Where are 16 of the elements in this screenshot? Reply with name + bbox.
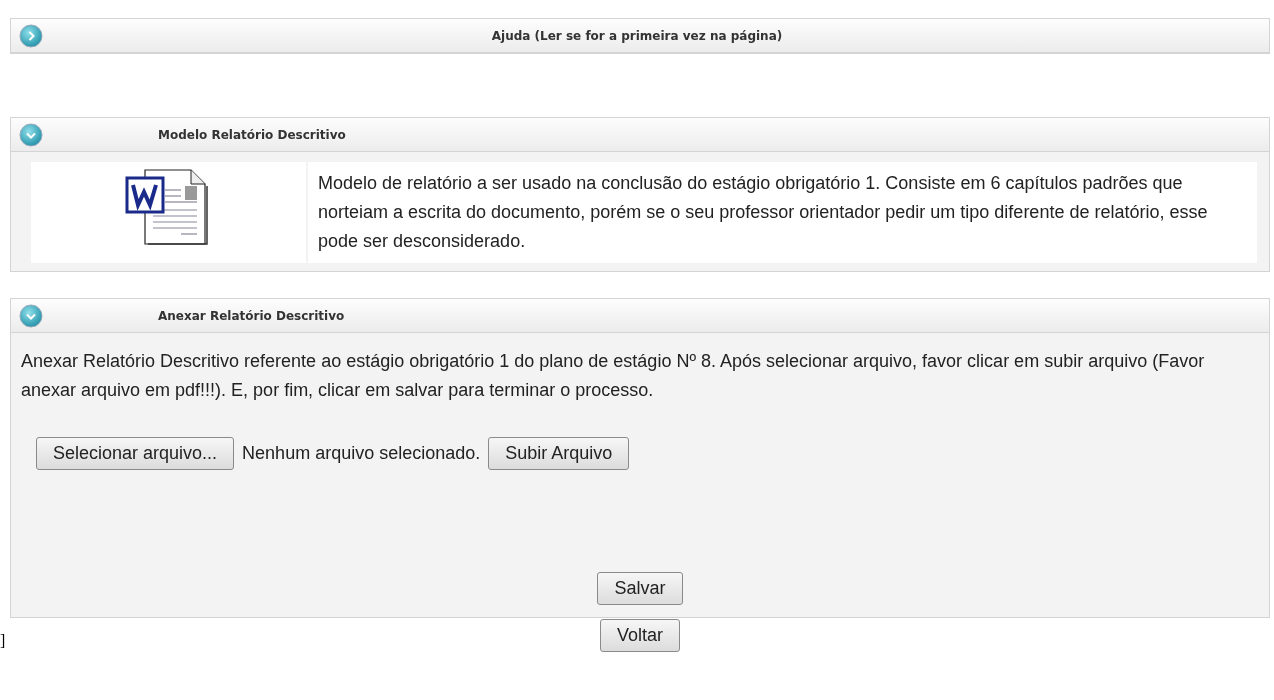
panel-title: Ajuda (Ler se for a primeira vez na página) [490, 28, 784, 43]
panel-header[interactable]: Anexar Relatório Descritivo [11, 299, 1269, 333]
bracket-mark: ] [0, 632, 6, 650]
toggle-icon[interactable] [19, 122, 43, 147]
toggle-icon[interactable] [19, 303, 43, 328]
save-button[interactable]: Salvar [597, 572, 683, 605]
panel-header[interactable]: Ajuda (Ler se for a primeira vez na página) [11, 19, 1269, 53]
file-status-text: Nenhum arquivo selecionado. [241, 443, 482, 464]
back-button[interactable]: Voltar [600, 619, 680, 652]
select-file-button[interactable]: Selecionar arquivo... [36, 437, 235, 470]
upload-button[interactable]: Subir Arquivo [488, 437, 630, 470]
toggle-icon[interactable] [19, 23, 43, 48]
panel-title: Modelo Relatório Descritivo [158, 127, 346, 142]
instructions-text: Anexar Relatório Descritivo referente ao estágio obrigatório 1 do plano de estágio Nº 8. Após selecionar arquivo, favor clicar em subir arquivo (Favor anexar arquivo em pdf!!!). E, por fim, clicar em salvar para terminar o processo. [21, 350, 1206, 402]
panel-title: Anexar Relatório Descritivo [158, 308, 345, 323]
panel-header[interactable]: Modelo Relatório Descritivo [11, 118, 1269, 152]
